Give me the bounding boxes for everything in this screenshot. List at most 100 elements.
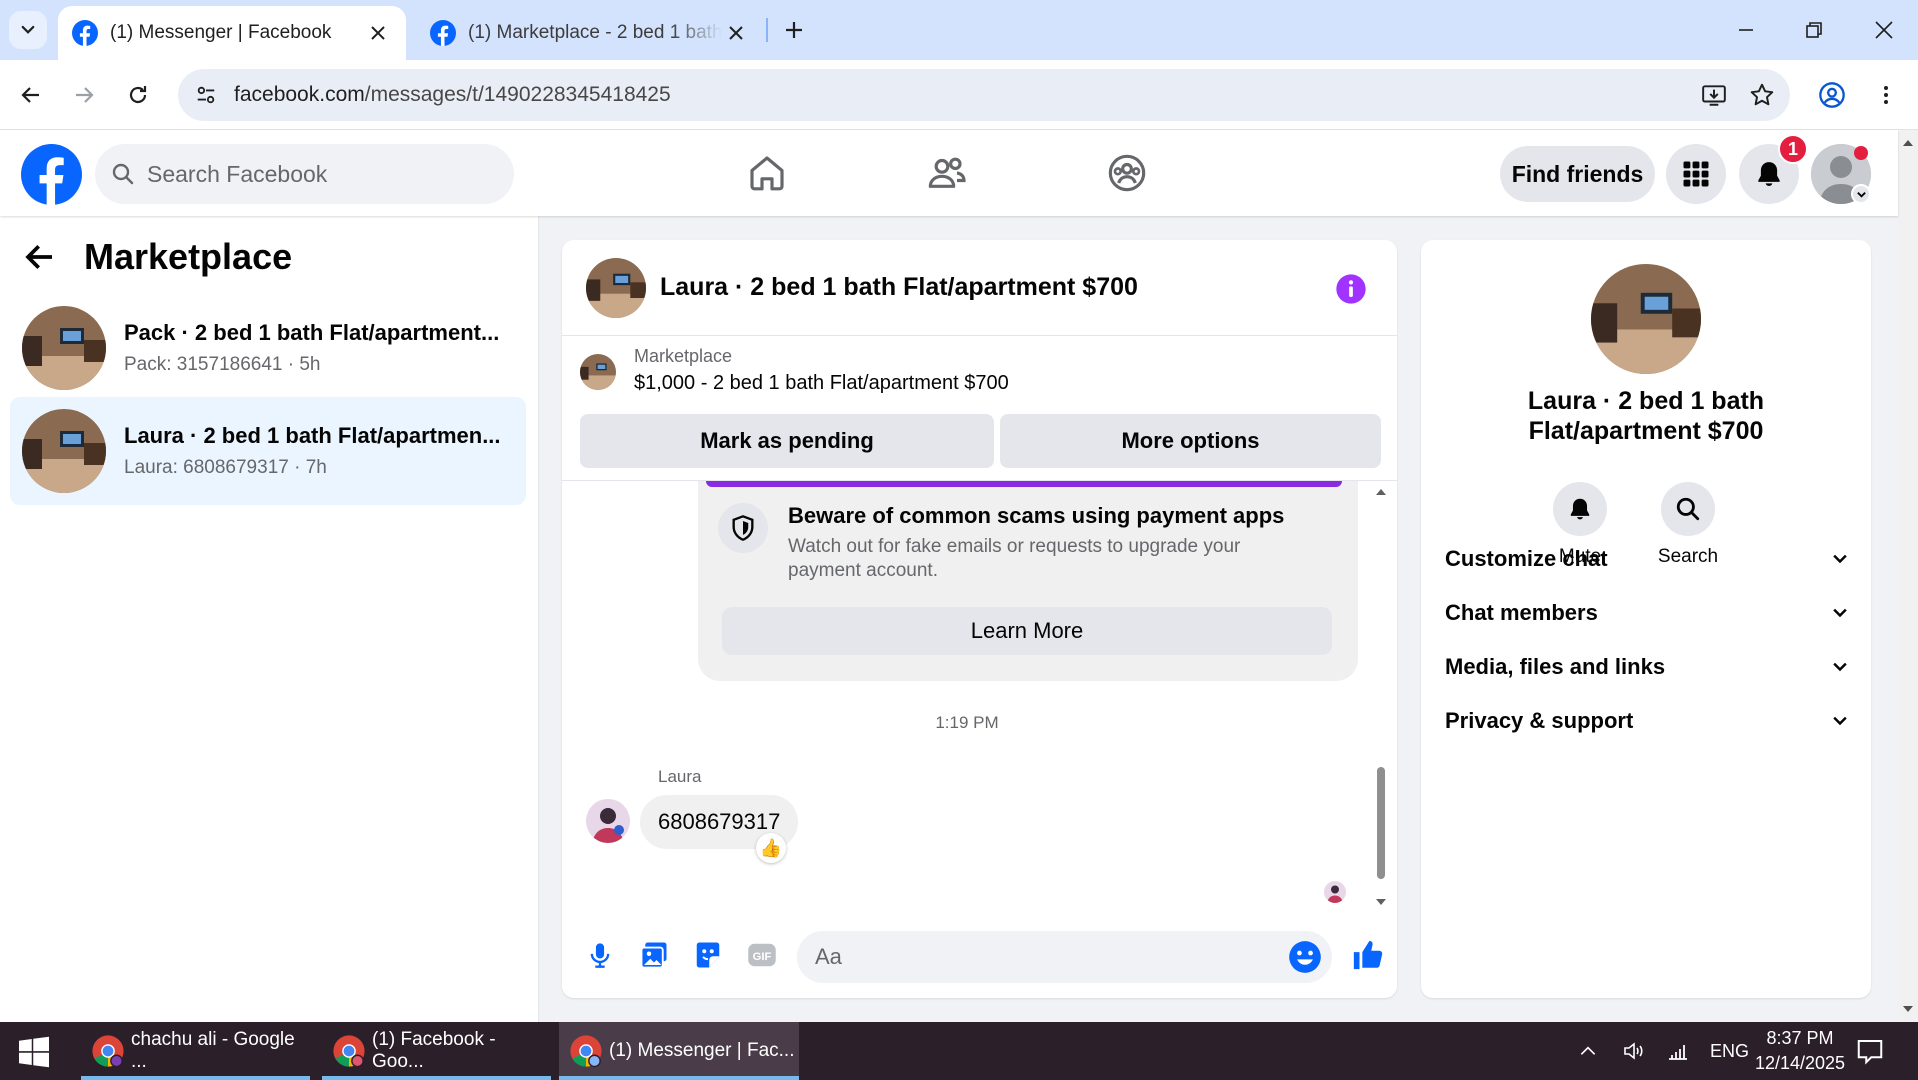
page-scrollbar[interactable]	[1898, 130, 1918, 1022]
sticker-button[interactable]	[688, 935, 728, 975]
media-files-links-section[interactable]: Media, files and links	[1445, 642, 1850, 692]
tab-separator	[766, 18, 768, 42]
browser-menu-button[interactable]	[1866, 75, 1906, 115]
notification-center-icon[interactable]	[1855, 1036, 1885, 1066]
menu-button[interactable]	[1666, 144, 1726, 204]
restore-button[interactable]	[1794, 10, 1834, 50]
account-chevron[interactable]	[1851, 184, 1871, 204]
chat-avatar[interactable]	[586, 257, 646, 318]
taskbar-app-indicator	[322, 1076, 551, 1080]
tab-messenger[interactable]: (1) Messenger | Facebook	[58, 6, 406, 60]
tab-marketplace[interactable]: (1) Marketplace - 2 bed 1 bath Flat/apar…	[416, 6, 764, 60]
groups-icon	[1108, 154, 1146, 192]
more-options-button[interactable]: More options	[1000, 414, 1381, 468]
taskbar-app-chrome-1[interactable]: chachu ali - Google ...	[81, 1022, 310, 1080]
listing-thumbnail	[22, 409, 106, 493]
forward-button[interactable]	[64, 75, 104, 115]
reload-button[interactable]	[118, 75, 158, 115]
message-input-wrapper[interactable]	[797, 931, 1332, 983]
listing-thumbnail	[22, 306, 106, 390]
account-circle-icon	[1819, 82, 1845, 108]
conversation-list-pane: Marketplace Pack · 2 bed 1 bath Flat/apa…	[0, 216, 539, 1022]
nav-home[interactable]	[742, 148, 792, 198]
install-app-icon[interactable]	[1694, 75, 1734, 115]
tab-close-icon[interactable]	[364, 19, 392, 47]
emoji-icon[interactable]	[1286, 938, 1324, 976]
find-friends-button[interactable]: Find friends	[1500, 146, 1655, 202]
search-input[interactable]	[147, 160, 477, 188]
url-path: /messages/t/1490228345418425	[364, 83, 671, 106]
listing-title[interactable]: $1,000 - 2 bed 1 bath Flat/apartment $70…	[634, 372, 1009, 395]
listing-thumbnail[interactable]	[580, 354, 616, 390]
message-input[interactable]	[815, 944, 1255, 970]
minimize-button[interactable]	[1726, 10, 1766, 50]
windows-start-icon[interactable]	[14, 1034, 54, 1070]
browser-toolbar: facebook.com/messages/t/1490228345418425	[0, 60, 1918, 130]
new-tab-button[interactable]	[778, 14, 810, 46]
chat-members-section[interactable]: Chat members	[1445, 588, 1850, 638]
mark-as-pending-button[interactable]: Mark as pending	[580, 414, 994, 468]
chevron-down-icon	[1833, 554, 1847, 564]
scam-warning-title: Beware of common scams using payment app…	[788, 503, 1285, 528]
volume-icon[interactable]	[1622, 1039, 1646, 1063]
conversation-item-selected[interactable]: Laura · 2 bed 1 bath Flat/apartmen... La…	[10, 397, 526, 505]
facebook-search[interactable]	[95, 144, 514, 204]
tab-search-button[interactable]	[9, 11, 47, 49]
bookmark-star-icon[interactable]	[1742, 75, 1782, 115]
chat-header: Laura · 2 bed 1 bath Flat/apartment $700	[562, 240, 1397, 336]
conversation-preview: Pack: 3157186641 · 5h	[124, 354, 321, 375]
sender-name: Laura	[658, 767, 702, 786]
thumbs-up-reaction[interactable]: 👍	[756, 833, 786, 863]
info-icon[interactable]	[1335, 273, 1367, 305]
conversation-preview: Laura: 6808679317 · 7h	[124, 457, 327, 478]
close-window-button[interactable]	[1864, 10, 1904, 50]
facebook-logo-icon[interactable]	[21, 144, 82, 205]
voice-clip-button[interactable]	[580, 935, 620, 975]
chevron-down-icon	[1833, 716, 1847, 726]
system-clock[interactable]: 8:37 PM 12/14/2025	[1740, 1026, 1860, 1076]
learn-more-button[interactable]: Learn More	[722, 607, 1332, 655]
sender-avatar[interactable]	[586, 799, 630, 843]
profile-button[interactable]	[1812, 75, 1852, 115]
chevron-up-icon[interactable]	[1578, 1041, 1598, 1061]
chat-info-name: Laura · 2 bed 1 bath Flat/apartment $700	[1421, 386, 1871, 446]
message-scrollbar[interactable]	[1374, 481, 1388, 913]
nav-groups[interactable]	[1102, 148, 1152, 198]
search-icon	[112, 163, 134, 185]
attach-media-button[interactable]	[634, 935, 674, 975]
nav-friends[interactable]	[922, 148, 972, 198]
taskbar-app-chrome-2[interactable]: (1) Facebook - Goo...	[322, 1022, 551, 1080]
conversation-item[interactable]: Pack · 2 bed 1 bath Flat/apartment... Pa…	[10, 294, 526, 402]
chevron-down-icon	[21, 25, 35, 34]
home-icon	[750, 156, 784, 191]
taskbar-app-indicator	[559, 1076, 799, 1080]
tab-close-icon[interactable]	[722, 19, 750, 47]
arrow-left-icon	[21, 87, 39, 103]
address-bar[interactable]: facebook.com/messages/t/1490228345418425	[178, 69, 1790, 121]
wifi-icon[interactable]	[1666, 1039, 1690, 1063]
back-arrow-icon[interactable]	[24, 241, 56, 273]
tab-title: (1) Marketplace - 2 bed 1 bath Flat/apar…	[468, 22, 722, 43]
site-info-icon[interactable]	[188, 77, 224, 113]
scam-warning-card: Beware of common scams using payment app…	[698, 481, 1358, 681]
send-like-button[interactable]	[1348, 935, 1388, 975]
gif-button[interactable]: GIF	[742, 935, 782, 975]
conversation-name: Pack · 2 bed 1 bath Flat/apartment...	[124, 320, 500, 345]
close-icon	[1875, 21, 1893, 39]
grid-menu-icon	[1683, 161, 1709, 187]
chrome-icon	[91, 1034, 125, 1068]
marketplace-listing-bar: Marketplace $1,000 - 2 bed 1 bath Flat/a…	[562, 336, 1397, 481]
customize-chat-section[interactable]: Customize chat	[1445, 534, 1850, 584]
message-list[interactable]: Beware of common scams using payment app…	[562, 481, 1397, 913]
arrow-right-icon	[76, 87, 94, 103]
system-tray: ENG	[1578, 1022, 1749, 1080]
back-button[interactable]	[11, 75, 51, 115]
facebook-header: Find friends 1	[0, 130, 1898, 216]
chat-info-avatar[interactable]	[1591, 264, 1701, 374]
chat-info-name-line1: Laura · 2 bed 1 bath	[1527, 387, 1765, 415]
chat-title[interactable]: Laura · 2 bed 1 bath Flat/apartment $700	[660, 273, 1138, 302]
url-text[interactable]: facebook.com/messages/t/1490228345418425	[234, 83, 1694, 107]
microphone-icon	[590, 943, 610, 968]
taskbar-app-chrome-3[interactable]: (1) Messenger | Fac...	[559, 1022, 799, 1080]
privacy-support-section[interactable]: Privacy & support	[1445, 696, 1850, 746]
